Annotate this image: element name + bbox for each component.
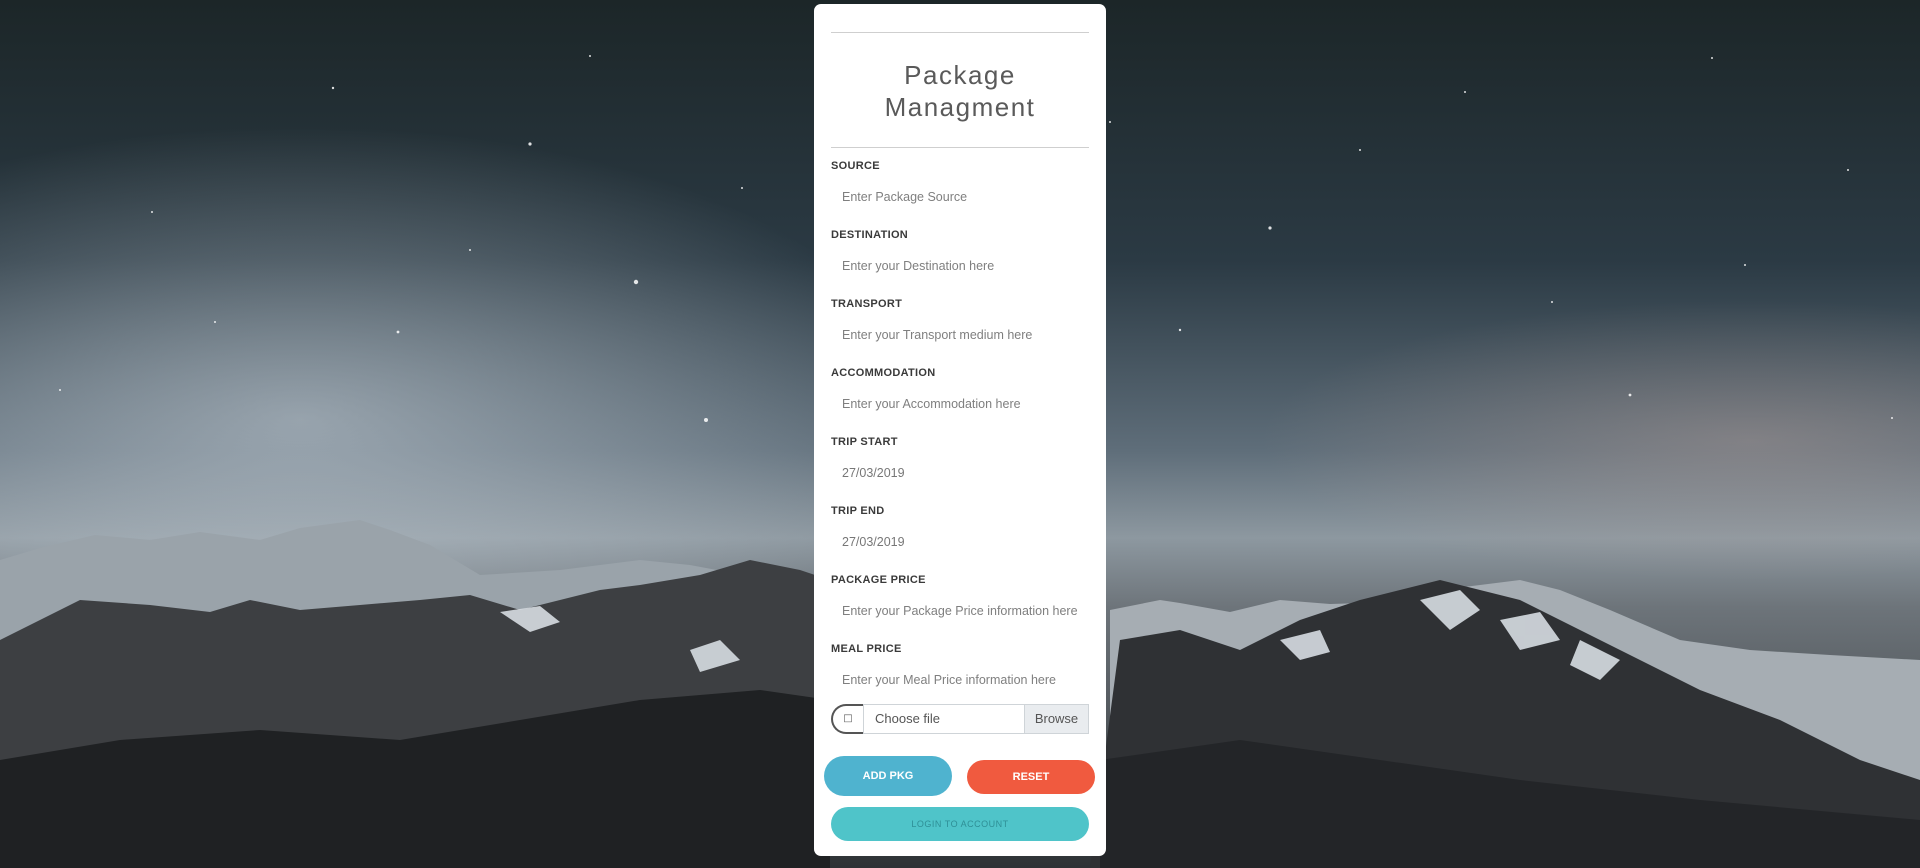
accommodation-input[interactable] <box>831 389 1089 419</box>
source-label: SOURCE <box>831 160 880 172</box>
file-icon: □ <box>831 704 863 734</box>
page-title: Package Managment <box>884 60 1036 122</box>
field-trip-end: TRIP END <box>831 493 1089 562</box>
trip-start-label: TRIP START <box>831 436 898 448</box>
browse-button[interactable]: Browse <box>1024 705 1088 733</box>
transport-input[interactable] <box>831 320 1089 350</box>
trip-end-label: TRIP END <box>831 505 885 517</box>
field-package-price: PACKAGE PRICE <box>831 562 1089 631</box>
package-management-card: Package Managment SOURCE DESTINATION TRA… <box>814 4 1106 856</box>
divider-top <box>831 32 1089 33</box>
package-price-label: PACKAGE PRICE <box>831 574 926 586</box>
file-input-text: Choose file <box>875 711 941 726</box>
field-trip-start: TRIP START <box>831 424 1089 493</box>
trip-end-input[interactable] <box>831 527 1089 557</box>
field-transport: TRANSPORT <box>831 286 1089 355</box>
meal-price-label: MEAL PRICE <box>831 643 902 655</box>
trip-start-input[interactable] <box>831 458 1089 488</box>
file-chooser: □ Choose file Browse <box>831 704 1089 734</box>
source-input[interactable] <box>831 182 1089 212</box>
meal-price-input[interactable] <box>831 665 1089 695</box>
transport-label: TRANSPORT <box>831 298 903 310</box>
login-to-account-button[interactable]: LOGIN TO ACCOUNT <box>831 807 1089 841</box>
add-package-button[interactable]: ADD PKG <box>824 756 952 796</box>
package-price-input[interactable] <box>831 596 1089 626</box>
field-meal-price: MEAL PRICE <box>831 631 1089 700</box>
file-input[interactable]: Choose file Browse <box>863 704 1089 734</box>
field-accommodation: ACCOMMODATION <box>831 355 1089 424</box>
destination-input[interactable] <box>831 251 1089 281</box>
field-source: SOURCE <box>831 148 1089 217</box>
accommodation-label: ACCOMMODATION <box>831 367 936 379</box>
reset-button[interactable]: RESET <box>967 760 1095 794</box>
destination-label: DESTINATION <box>831 229 909 241</box>
field-destination: DESTINATION <box>831 217 1089 286</box>
